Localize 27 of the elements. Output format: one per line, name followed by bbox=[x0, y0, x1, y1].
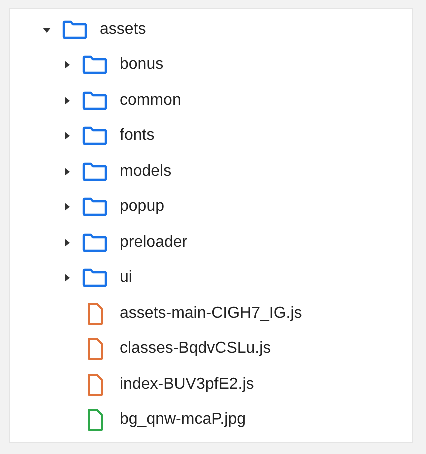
folder-name[interactable]: bonus bbox=[120, 56, 164, 74]
caret-right-icon[interactable] bbox=[62, 273, 72, 284]
file-name[interactable]: bg_qnw-mcaP.jpg bbox=[120, 411, 246, 430]
folder-icon bbox=[82, 232, 108, 253]
caret-right-icon[interactable] bbox=[62, 202, 72, 212]
folder-icon bbox=[82, 55, 108, 76]
file-name[interactable]: index-BUV3pfE2.js bbox=[120, 376, 254, 394]
folder-icon bbox=[82, 197, 108, 218]
folder-icon bbox=[82, 162, 108, 182]
caret-right-icon[interactable] bbox=[62, 131, 72, 142]
caret-right-icon[interactable] bbox=[62, 96, 72, 106]
folder-name[interactable]: popup bbox=[120, 198, 164, 216]
caret-right-icon[interactable] bbox=[62, 238, 72, 248]
folder-name[interactable]: preloader bbox=[120, 234, 188, 252]
folder-name[interactable]: assets bbox=[100, 20, 146, 39]
folder-name[interactable]: models bbox=[120, 162, 172, 181]
folder-name[interactable]: common bbox=[120, 92, 182, 110]
folder-icon bbox=[82, 268, 108, 288]
folder-icon bbox=[82, 90, 108, 111]
folder-name[interactable]: ui bbox=[120, 269, 132, 288]
folder-icon bbox=[62, 20, 88, 40]
file-name[interactable]: assets-main-CIGH7_IG.js bbox=[120, 304, 302, 323]
caret-right-icon[interactable] bbox=[62, 60, 72, 70]
file-name[interactable]: classes-BqdvCSLu.js bbox=[120, 340, 272, 358]
folder-icon bbox=[82, 126, 108, 146]
caret-right-icon[interactable] bbox=[62, 166, 72, 177]
folder-name[interactable]: fonts bbox=[120, 127, 155, 146]
